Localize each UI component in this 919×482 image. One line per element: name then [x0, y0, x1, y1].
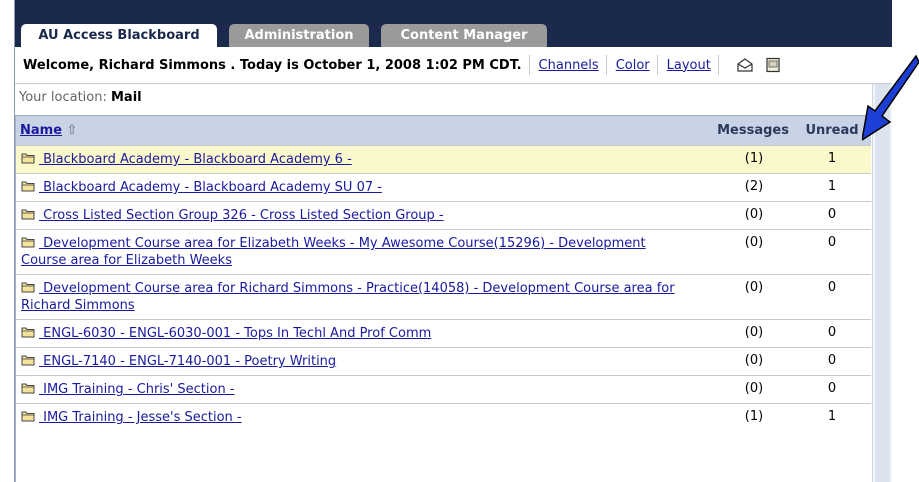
- welcome-message: Welcome, Richard Simmons . Today is Octo…: [23, 57, 522, 73]
- row-messages-cell: (1): [685, 145, 793, 174]
- folder-icon: [21, 383, 35, 394]
- folder-icon: [21, 181, 35, 192]
- course-mail-link[interactable]: Blackboard Academy - Blackboard Academy …: [39, 180, 382, 195]
- table-row: Blackboard Academy - Blackboard Academy …: [16, 173, 871, 202]
- row-name-cell: Cross Listed Section Group 326 - Cross L…: [16, 201, 685, 230]
- row-messages-cell: (0): [685, 375, 793, 404]
- row-name-cell: IMG Training - Jesse's Section -: [16, 403, 685, 431]
- table-row: ENGL-7140 - ENGL-7140-001 - Poetry Writi…: [16, 347, 871, 376]
- row-unread-cell: 1: [793, 173, 871, 202]
- table-row: Development Course area for Richard Simm…: [16, 274, 871, 320]
- table-row: Blackboard Academy - Blackboard Academy …: [16, 145, 871, 174]
- row-unread-cell: 0: [793, 375, 871, 404]
- divider: [528, 55, 530, 75]
- table-row: Development Course area for Elizabeth We…: [16, 229, 871, 275]
- row-name-cell: Development Course area for Elizabeth We…: [16, 229, 685, 275]
- color-link[interactable]: Color: [616, 58, 650, 73]
- row-messages-cell: (0): [685, 201, 793, 230]
- row-unread-cell: 0: [793, 319, 871, 348]
- row-name-cell: ENGL-6030 - ENGL-6030-001 - Tops In Tech…: [16, 319, 685, 348]
- blue-arrow-annotation: [862, 54, 919, 141]
- tab-administration[interactable]: Administration: [229, 24, 369, 47]
- folder-icon: [21, 209, 35, 220]
- portal-frame: AU Access Blackboard Administration Cont…: [14, 0, 892, 482]
- row-name-cell: Blackboard Academy - Blackboard Academy …: [16, 173, 685, 202]
- folder-icon: [21, 411, 35, 422]
- sort-ascending-icon[interactable]: ⇧: [67, 123, 78, 138]
- divider: [605, 55, 607, 75]
- folder-icon: [21, 237, 35, 248]
- table-row: ENGL-6030 - ENGL-6030-001 - Tops In Tech…: [16, 319, 871, 348]
- folder-icon: [21, 282, 35, 293]
- row-messages-cell: (0): [685, 347, 793, 376]
- row-name-cell: ENGL-7140 - ENGL-7140-001 - Poetry Writi…: [16, 347, 685, 376]
- course-mail-link[interactable]: IMG Training - Jesse's Section -: [39, 410, 242, 425]
- calendar-icon[interactable]: [762, 54, 784, 76]
- table-header-row: Name ⇧ Messages Unread: [16, 116, 871, 146]
- row-unread-cell: 1: [793, 403, 871, 431]
- row-unread-cell: 0: [793, 229, 871, 275]
- course-mail-link[interactable]: ENGL-6030 - ENGL-6030-001 - Tops In Tech…: [39, 326, 431, 341]
- folder-icon: [21, 153, 35, 164]
- course-mail-link[interactable]: Development Course area for Elizabeth We…: [21, 236, 646, 268]
- row-messages-cell: (0): [685, 274, 793, 320]
- folder-icon: [21, 355, 35, 366]
- tab-bar: AU Access Blackboard Administration Cont…: [15, 0, 892, 47]
- mail-table: Name ⇧ Messages Unread Blackboard Academ…: [16, 116, 871, 431]
- row-messages-cell: (2): [685, 173, 793, 202]
- sort-by-name-link[interactable]: Name: [20, 123, 62, 138]
- column-name: Name ⇧: [16, 116, 685, 146]
- column-unread: Unread: [793, 116, 871, 146]
- mail-icon[interactable]: [734, 54, 756, 76]
- channels-link[interactable]: Channels: [539, 58, 599, 73]
- row-messages-cell: (0): [685, 319, 793, 348]
- row-name-cell: IMG Training - Chris' Section -: [16, 375, 685, 404]
- mail-course-list: Name ⇧ Messages Unread Blackboard Academ…: [15, 115, 871, 482]
- table-row: IMG Training - Chris' Section - (0) 0: [16, 375, 871, 404]
- row-messages-cell: (1): [685, 403, 793, 431]
- course-mail-link[interactable]: Cross Listed Section Group 326 - Cross L…: [39, 208, 444, 223]
- folder-icon: [21, 327, 35, 338]
- tab-content-manager[interactable]: Content Manager: [381, 24, 547, 47]
- column-messages: Messages: [685, 116, 793, 146]
- row-unread-cell: 0: [793, 274, 871, 320]
- location-label: Your location:: [19, 90, 107, 105]
- course-mail-link[interactable]: ENGL-7140 - ENGL-7140-001 - Poetry Writi…: [39, 354, 336, 369]
- course-mail-link[interactable]: Development Course area for Richard Simm…: [21, 281, 675, 313]
- layout-link[interactable]: Layout: [667, 58, 711, 73]
- row-unread-cell: 0: [793, 201, 871, 230]
- table-row: Cross Listed Section Group 326 - Cross L…: [16, 201, 871, 230]
- tab-au-access-blackboard[interactable]: AU Access Blackboard: [21, 24, 217, 47]
- course-mail-link[interactable]: IMG Training - Chris' Section -: [39, 382, 234, 397]
- row-unread-cell: 0: [793, 347, 871, 376]
- row-name-cell: Blackboard Academy - Blackboard Academy …: [16, 145, 685, 174]
- row-unread-cell: 1: [793, 145, 871, 174]
- divider: [717, 55, 719, 75]
- location-bar: Your location: Mail: [15, 84, 892, 112]
- row-name-cell: Development Course area for Richard Simm…: [16, 274, 685, 320]
- welcome-bar: Welcome, Richard Simmons . Today is Octo…: [15, 47, 892, 84]
- location-value: Mail: [111, 90, 142, 105]
- divider: [656, 55, 658, 75]
- table-row: IMG Training - Jesse's Section - (1) 1: [16, 403, 871, 431]
- course-mail-link[interactable]: Blackboard Academy - Blackboard Academy …: [39, 152, 352, 167]
- row-messages-cell: (0): [685, 229, 793, 275]
